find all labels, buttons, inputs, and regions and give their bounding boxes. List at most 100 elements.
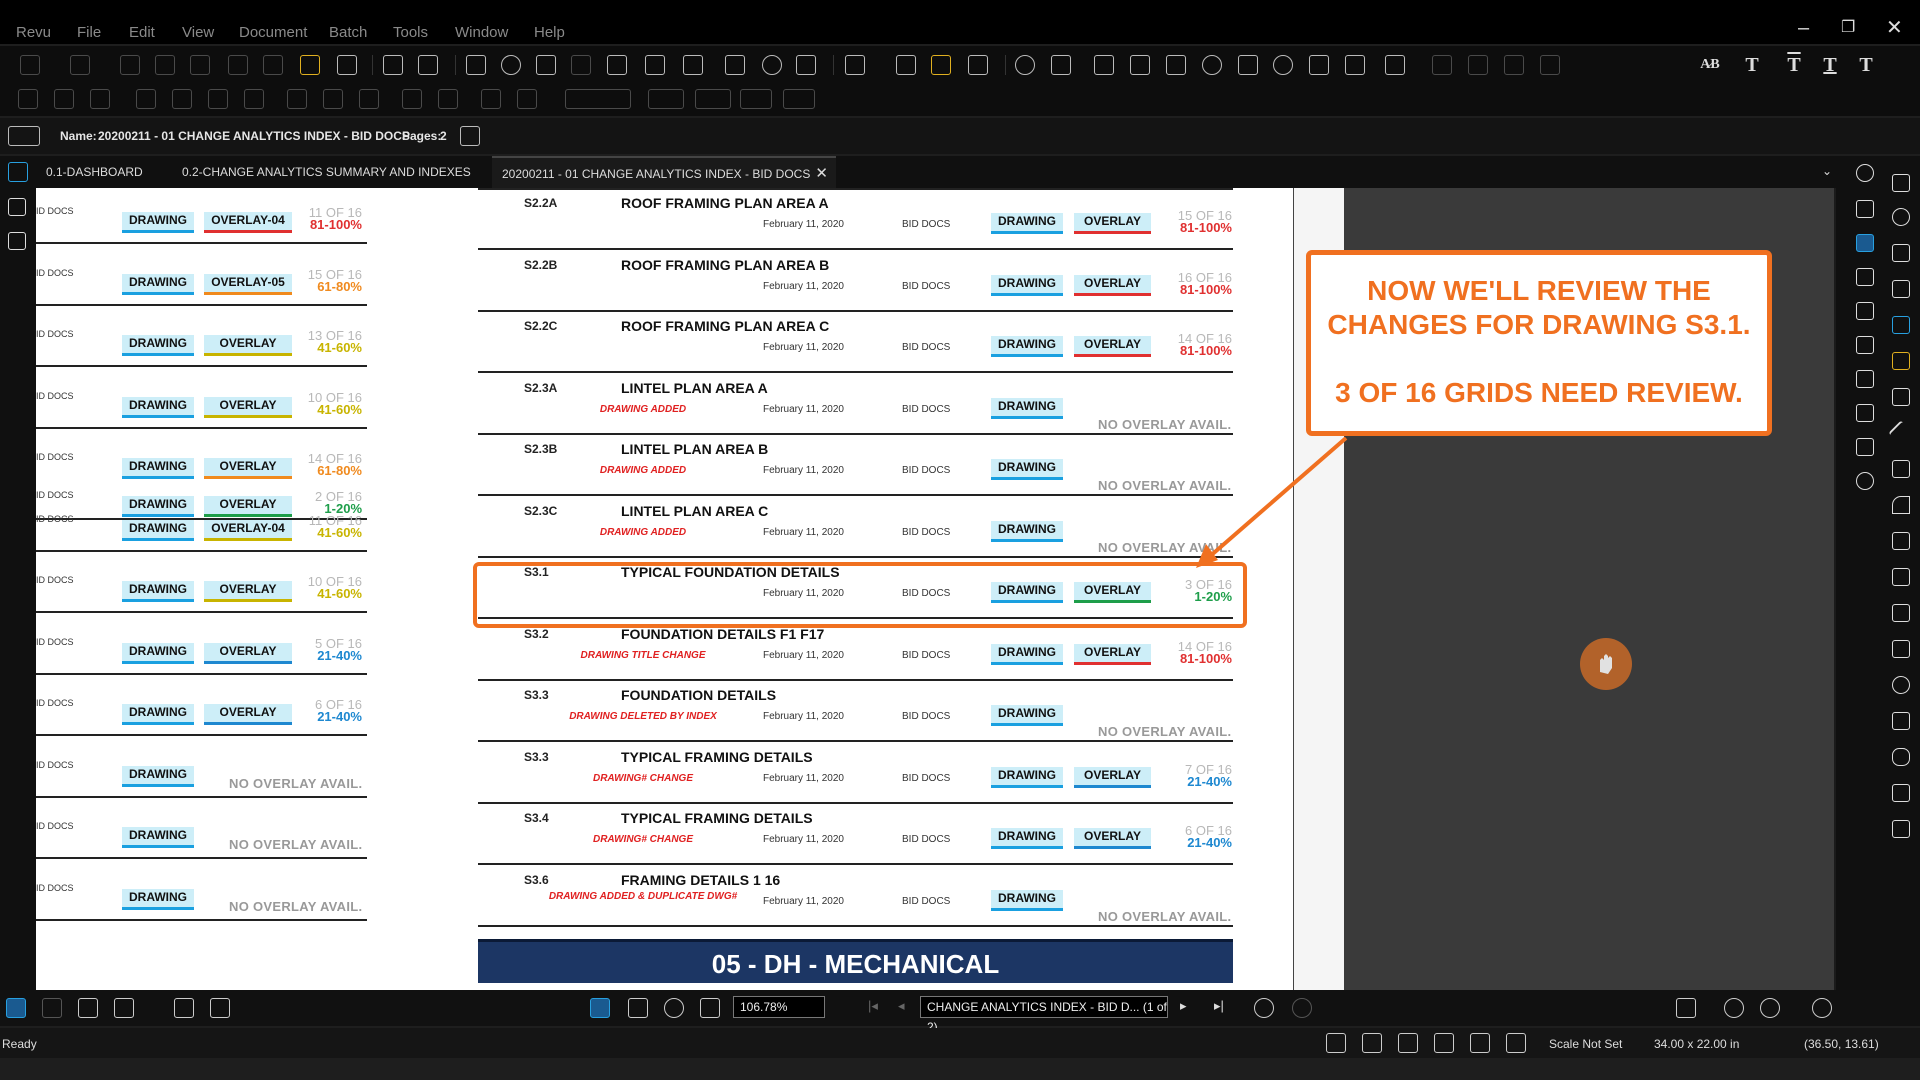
drawing-button[interactable]: DRAWING xyxy=(991,274,1063,296)
drawing-button[interactable]: DRAWING xyxy=(991,397,1063,419)
open-folder-icon[interactable] xyxy=(536,55,556,75)
snapshot-icon[interactable] xyxy=(383,55,403,75)
overlay-button[interactable]: OVERLAY xyxy=(204,396,292,418)
reuse-icon[interactable] xyxy=(1470,1033,1490,1053)
brightness-icon[interactable] xyxy=(1760,998,1780,1018)
pan-tool-icon[interactable] xyxy=(590,998,610,1018)
measure-radius-icon[interactable] xyxy=(1273,55,1293,75)
page-setup-icon[interactable] xyxy=(845,55,865,75)
markups-list-icon[interactable] xyxy=(1856,200,1874,218)
info-icon[interactable] xyxy=(1724,998,1744,1018)
overlay-button[interactable]: OVERLAY xyxy=(204,581,292,602)
previous-view-icon[interactable] xyxy=(1254,998,1274,1018)
menu-help[interactable]: Help xyxy=(534,24,565,41)
rotate-icon[interactable] xyxy=(1015,55,1035,75)
overlay-button[interactable]: OVERLAY-04 xyxy=(204,212,292,233)
flip-h-icon[interactable] xyxy=(481,89,501,109)
callout-tool-icon[interactable] xyxy=(1892,208,1910,226)
snap-markup-icon[interactable] xyxy=(1434,1033,1454,1053)
flip-v-icon[interactable] xyxy=(517,89,537,109)
menu-batch[interactable]: Batch xyxy=(329,24,367,41)
restore-button[interactable]: ❐ xyxy=(1841,18,1855,38)
menu-file[interactable]: File xyxy=(77,24,101,41)
grid-icon[interactable] xyxy=(1856,268,1874,286)
highlight-icon[interactable] xyxy=(1892,280,1910,298)
crop-icon[interactable] xyxy=(896,55,916,75)
grid-toggle-icon[interactable] xyxy=(1326,1033,1346,1053)
print-icon[interactable] xyxy=(645,55,665,75)
sync-status-icon[interactable] xyxy=(1506,1033,1526,1053)
zoom-level-field[interactable]: 106.78% xyxy=(733,996,825,1018)
image-icon[interactable] xyxy=(1892,784,1910,802)
drawing-button[interactable]: DRAWING xyxy=(122,212,194,233)
copy-icon[interactable] xyxy=(155,55,175,75)
send-back-icon[interactable] xyxy=(1540,55,1560,75)
save-icon[interactable] xyxy=(571,55,591,75)
align-bottom-icon[interactable] xyxy=(244,89,264,109)
measure-perimeter-icon[interactable] xyxy=(1166,55,1186,75)
overlay-button[interactable]: OVERLAY xyxy=(204,458,292,479)
paste-icon[interactable] xyxy=(190,55,210,75)
overlay-button[interactable]: OVERLAY xyxy=(204,642,292,664)
document-properties-icon[interactable] xyxy=(460,126,480,146)
calibrate-icon[interactable] xyxy=(1385,55,1405,75)
align-icon[interactable] xyxy=(1051,55,1071,75)
user-icon[interactable] xyxy=(1812,998,1832,1018)
callout-arrow-icon[interactable] xyxy=(1892,568,1910,586)
snap-content-icon[interactable] xyxy=(1398,1033,1418,1053)
pen-icon[interactable] xyxy=(1892,316,1910,334)
overlay-button[interactable]: OVERLAY xyxy=(1074,643,1151,665)
bookmark-icon[interactable] xyxy=(1856,404,1874,422)
redo-icon[interactable] xyxy=(70,55,90,75)
document-viewport[interactable]: BID DOCS DRAWING OVERLAY-04 11 OF 1681-100%… xyxy=(36,188,1836,990)
drawing-button[interactable]: DRAWING xyxy=(122,642,194,664)
toolbox-icon[interactable] xyxy=(8,162,28,182)
pen-tool-icon[interactable] xyxy=(18,89,38,109)
compare-icon[interactable] xyxy=(210,998,230,1018)
search-icon[interactable] xyxy=(762,55,782,75)
drawing-button[interactable]: DRAWING xyxy=(122,519,194,541)
split-horizontal-icon[interactable] xyxy=(114,998,134,1018)
align-top-icon[interactable] xyxy=(172,89,192,109)
new-document-icon[interactable] xyxy=(466,55,486,75)
redact-icon[interactable] xyxy=(968,55,988,75)
arrow-end-icon[interactable] xyxy=(695,89,731,109)
group-markup-icon[interactable] xyxy=(402,89,422,109)
group-icon[interactable] xyxy=(1432,55,1452,75)
note-icon[interactable] xyxy=(1892,244,1910,262)
drawing-button[interactable]: DRAWING xyxy=(991,828,1063,849)
close-window-button[interactable]: ✕ xyxy=(1886,18,1903,38)
overlay-button[interactable]: OVERLAY-05 xyxy=(204,273,292,295)
align-left-icon[interactable] xyxy=(136,89,156,109)
arc-tool-icon[interactable] xyxy=(1892,496,1910,514)
lock-icon[interactable] xyxy=(300,55,320,75)
lock-view-icon[interactable] xyxy=(1676,998,1696,1018)
overlay-button[interactable]: OVERLAY-04 xyxy=(204,519,292,541)
drawing-button[interactable]: DRAWING xyxy=(122,888,194,910)
export-icon[interactable] xyxy=(683,55,703,75)
drawing-button[interactable]: DRAWING xyxy=(122,335,194,356)
spell-tool-icon[interactable]: A̷B xyxy=(1700,55,1720,75)
page-selector[interactable]: CHANGE ANALYTICS INDEX - BID D... (1 of … xyxy=(920,996,1168,1034)
text-box-icon[interactable] xyxy=(1892,174,1910,192)
settings-gear-icon[interactable] xyxy=(1856,164,1874,182)
pen-tool-3-icon[interactable] xyxy=(90,89,110,109)
select-tool-icon[interactable] xyxy=(628,998,648,1018)
paste-snapshot-icon[interactable] xyxy=(418,55,438,75)
tab-change-analytics-summary[interactable]: 0.2-CHANGE ANALYTICS SUMMARY AND INDEXES xyxy=(172,156,492,188)
measure-angle-icon[interactable] xyxy=(1238,55,1258,75)
drawing-button[interactable]: DRAWING xyxy=(991,766,1063,788)
previous-page-icon[interactable]: ◂ xyxy=(898,998,905,1014)
fill-pattern-icon[interactable] xyxy=(740,89,772,109)
dimension-icon[interactable] xyxy=(1892,604,1910,622)
minimize-button[interactable]: – xyxy=(1798,18,1809,38)
spell-check-icon[interactable] xyxy=(796,55,816,75)
select-area-icon[interactable] xyxy=(337,55,357,75)
list-icon[interactable] xyxy=(1856,302,1874,320)
single-page-icon[interactable] xyxy=(42,998,62,1018)
overlay-button[interactable]: OVERLAY xyxy=(204,704,292,725)
thumbnails-panel-icon[interactable] xyxy=(8,232,26,250)
flatten-icon[interactable] xyxy=(931,55,951,75)
cloud-icon[interactable] xyxy=(1892,748,1910,766)
ellipse-icon[interactable] xyxy=(1892,676,1910,694)
